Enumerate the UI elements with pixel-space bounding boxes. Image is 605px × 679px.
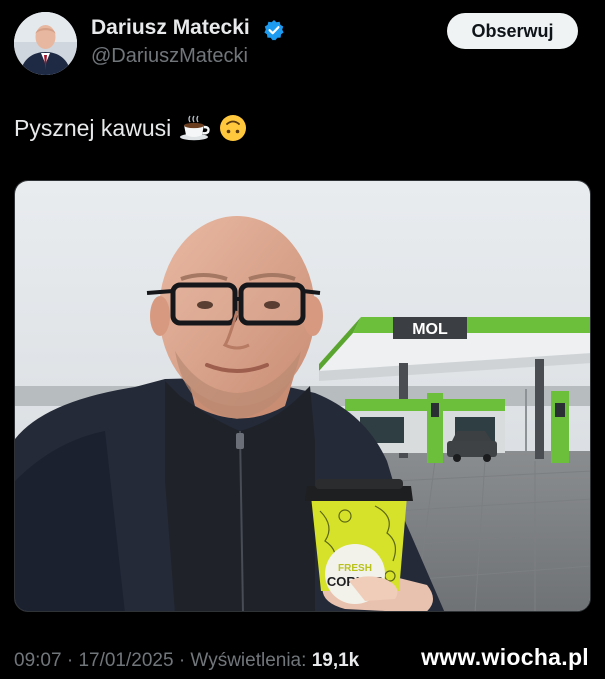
svg-text:FRESH: FRESH bbox=[338, 563, 372, 574]
hot-beverage-icon bbox=[180, 115, 210, 141]
author-name[interactable]: Dariusz Matecki bbox=[91, 16, 250, 40]
views-count[interactable]: 19,1k bbox=[312, 650, 360, 671]
meta-separator: · bbox=[66, 650, 74, 671]
tweet-text-content: Pysznej kawusi bbox=[14, 114, 172, 141]
tweet-photo[interactable]: MOL FRESH bbox=[14, 180, 591, 612]
tweet-meta: 09:07 · 17/01/2025 · Wyświetlenia: 19,1k bbox=[14, 650, 359, 672]
follow-button[interactable]: Obserwuj bbox=[447, 13, 578, 49]
station-sign: MOL bbox=[412, 321, 448, 338]
meta-separator-2: · bbox=[178, 650, 186, 671]
tweet-text: Pysznej kawusi bbox=[14, 114, 247, 142]
verified-badge-icon bbox=[264, 20, 284, 41]
avatar-image bbox=[14, 12, 77, 75]
views-label: Wyświetlenia: bbox=[190, 650, 307, 671]
site-watermark: www.wiocha.pl bbox=[421, 644, 589, 670]
photo-scene: MOL FRESH bbox=[15, 181, 590, 611]
tweet-time[interactable]: 09:07 bbox=[14, 650, 62, 671]
author-handle[interactable]: @DariuszMatecki bbox=[91, 45, 248, 68]
tweet-date[interactable]: 17/01/2025 bbox=[78, 650, 173, 671]
upside-down-face-icon bbox=[220, 115, 247, 141]
avatar[interactable] bbox=[14, 12, 77, 75]
